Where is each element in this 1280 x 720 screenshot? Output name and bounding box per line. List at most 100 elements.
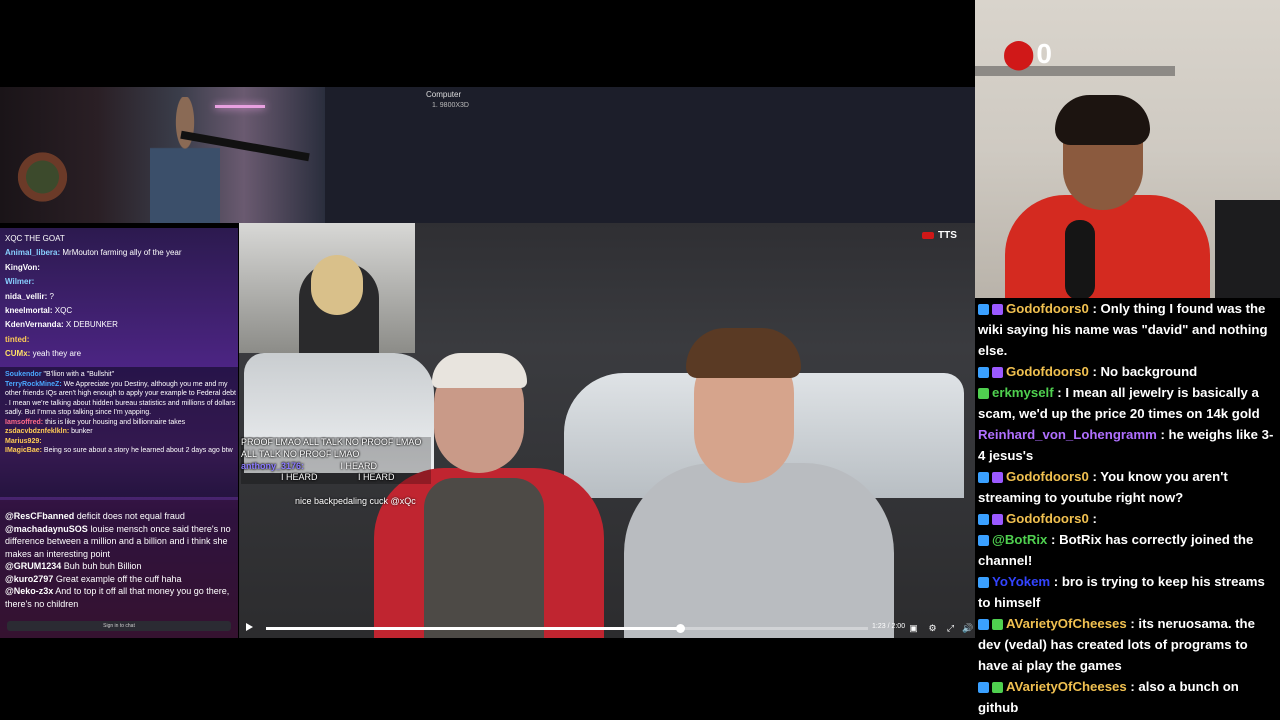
chat-username[interactable]: AVarietyOfCheeses — [1006, 616, 1127, 631]
chat-username[interactable]: CUMx: — [5, 349, 30, 358]
chat-message: Godofdoors0 : You know you aren't stream… — [975, 466, 1280, 508]
computer-title: Computer — [426, 90, 462, 99]
chat-username[interactable]: @Neko-z3x — [5, 586, 53, 596]
microphone — [1065, 220, 1095, 298]
user-badge-icon — [992, 682, 1003, 694]
chat-message: Marius929: — [0, 437, 238, 447]
chat-text: : No background — [1088, 364, 1198, 379]
chat-message: IMagicBae: Being so sure about a story h… — [0, 446, 238, 456]
overlay-chat: PROOF LMAO ALL TALK NO PROOF LMAO ALL TA… — [241, 437, 431, 485]
chat-message: Animal_libera: MrMouton farming ally of … — [0, 246, 238, 260]
chat-message: AVarietyOfCheeses : also a bunch on gith… — [975, 676, 1280, 718]
chat-username[interactable]: @GRUM1234 — [5, 561, 61, 571]
led-light — [215, 105, 265, 108]
overlay-line-2: ALL TALK NO PROOF LMAO — [241, 448, 431, 461]
settings-icon[interactable]: ⚙ — [927, 623, 938, 634]
chat-text: yeah they are — [30, 349, 82, 359]
volume-icon[interactable]: 🔊 — [962, 623, 973, 634]
chat-username[interactable]: Animal_libera: — [5, 248, 60, 257]
chat-username[interactable]: Marius929: — [5, 438, 42, 445]
user-badge-icon — [978, 472, 989, 484]
chat-list-bottom: @ResCFbanned deficit does not equal frau… — [0, 500, 238, 610]
inset-webcam — [239, 223, 415, 353]
fullscreen-exit-icon[interactable]: ⤢ — [945, 623, 956, 634]
chat-message: kneelmortal: XQC — [0, 304, 238, 318]
user-badge-icon — [992, 304, 1003, 316]
chat-username[interactable]: KingVon: — [5, 263, 40, 272]
tts-indicator: TTS — [922, 230, 957, 241]
stop-icon: ⬤ — [1003, 38, 1035, 69]
chat-username[interactable]: @ResCFbanned — [5, 511, 74, 521]
chat-username[interactable]: TerryRockMineZ: — [5, 381, 62, 388]
counter-value: 0 — [1036, 38, 1052, 69]
chat-username[interactable]: erkmyself — [992, 385, 1054, 400]
seek-bar[interactable] — [266, 624, 868, 633]
chat-message: Iamsoffred: this is like your housing an… — [0, 418, 238, 428]
chat-list-top: XQC THE GOAT Animal_libera: MrMouton farm… — [0, 228, 238, 362]
chat-username[interactable]: Godofdoors0 — [1006, 364, 1089, 379]
overlay-line-4: I HEARD I HEARD — [241, 472, 431, 485]
play-icon[interactable] — [246, 623, 253, 631]
chat-username[interactable]: Soukendor — [5, 371, 42, 378]
chat-message: nida_vellir: ? — [0, 290, 238, 304]
chat-username[interactable]: Godofdoors0 — [1006, 469, 1089, 484]
chat-message: @machadaynuSOS louise mensch once said t… — [0, 523, 238, 561]
user-badge-icon — [992, 367, 1003, 379]
chat-username[interactable]: AVarietyOfCheeses — [1006, 679, 1127, 694]
chat-message: YoYokem : bro is trying to keep his stre… — [975, 571, 1280, 613]
young-man-figure — [624, 323, 894, 638]
chat-username[interactable]: Godofdoors0 — [1006, 301, 1089, 316]
user-badge-icon — [978, 535, 989, 547]
seek-handle[interactable] — [675, 624, 685, 633]
chat-list-mid: Soukendor "B'llion with a "Bullshit" Terr… — [0, 367, 238, 456]
chat-username[interactable]: tinted: — [5, 335, 29, 344]
user-badge-icon — [978, 304, 989, 316]
chat-username[interactable]: Reinhard_von_Lohengramm — [978, 427, 1157, 442]
user-badge-icon — [978, 619, 989, 631]
chat-username[interactable]: nida_vellir: — [5, 292, 47, 301]
death-counter: ⬤0 — [1003, 37, 1052, 70]
inset-streamer-head — [311, 255, 363, 315]
chat-username[interactable]: Wilmer: — [5, 277, 34, 286]
computer-spec-panel: Computer 1. 9800X3D — [325, 87, 975, 223]
overlay-line-1: PROOF LMAO ALL TALK NO PROOF LMAO — [241, 437, 431, 449]
tts-label: TTS — [938, 230, 957, 241]
chat-username[interactable]: Godofdoors0 — [1006, 511, 1089, 526]
overlay-username: anthony_3176: — [241, 460, 305, 471]
chat-username[interactable]: @BotRix — [992, 532, 1047, 547]
chat-message: Godofdoors0 : — [975, 508, 1280, 529]
streamer-figure — [150, 97, 220, 223]
chat-text: MrMouton farming ally of the year — [60, 248, 182, 258]
chat-username[interactable]: kneelmortal: — [5, 306, 53, 315]
chat-message: Soukendor "B'llion with a "Bullshit" — [0, 370, 238, 380]
signin-chat-button[interactable]: Sign in to chat — [7, 621, 231, 631]
user-badge-icon — [978, 577, 989, 589]
chat-panel-left-bottom: @ResCFbanned deficit does not equal frau… — [0, 500, 238, 638]
chat-text: XQC — [52, 306, 73, 316]
chat-message: Godofdoors0 : No background — [975, 361, 1280, 382]
computer-cpu-item: 1. 9800X3D — [432, 102, 469, 109]
chat-username[interactable]: zsdacvbdznfeklkln: — [5, 428, 69, 435]
streamer-hair — [1055, 95, 1150, 145]
chat-text: bunker — [69, 428, 93, 435]
webcam-top-left — [0, 87, 325, 223]
user-badge-icon — [992, 472, 1003, 484]
subtitles-icon[interactable]: ▣ — [908, 623, 919, 634]
chat-username[interactable]: Iamsoffred: — [5, 419, 43, 426]
chat-message: XQC THE GOAT — [0, 232, 238, 246]
chat-username[interactable]: @machadaynuSOS — [5, 524, 88, 534]
chat-username[interactable]: KdenVernanda: — [5, 320, 64, 329]
chat-text: : — [1088, 511, 1097, 526]
chat-message: AVarietyOfCheeses : its neruosama. the d… — [975, 613, 1280, 676]
overlay-text-1: I HEARD — [340, 460, 378, 471]
video-controls: 1:23 / 2:00 ▣ ⚙ ⤢ 🔊 — [239, 620, 975, 638]
chat-text: deficit does not equal fraud — [74, 511, 185, 521]
chat-message: Reinhard_von_Lohengramm : he weighs like… — [975, 424, 1280, 466]
chat-message: Wilmer: — [0, 275, 238, 289]
record-icon — [922, 231, 934, 239]
chat-username[interactable]: @kuro2797 — [5, 574, 53, 584]
chat-username[interactable]: YoYokem — [992, 574, 1050, 589]
overlay-backpedal-text: nice backpedaling cuck @xQc — [295, 496, 416, 506]
chat-username[interactable]: IMagicBae: — [5, 447, 42, 454]
chat-message: KdenVernanda: X DEBUNKER — [0, 318, 238, 332]
